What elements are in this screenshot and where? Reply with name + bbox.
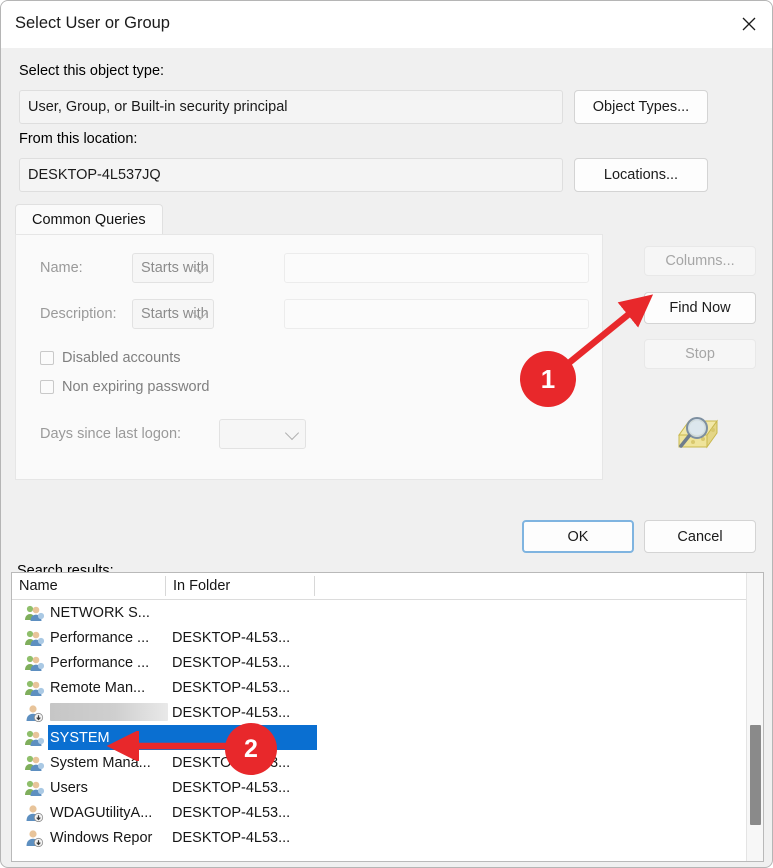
title-bar: Select User or Group	[1, 1, 772, 48]
description-value-input[interactable]	[284, 299, 589, 329]
disabled-accounts-label: Disabled accounts	[62, 350, 181, 366]
select-user-or-group-dialog: Select User or Group Select this object …	[0, 0, 773, 868]
group-icon	[24, 679, 45, 697]
column-header-in-folder[interactable]: In Folder	[166, 573, 315, 599]
user-icon	[24, 804, 44, 823]
stop-button[interactable]: Stop	[644, 339, 756, 369]
description-operator-select[interactable]: Starts with	[132, 299, 214, 329]
annotation-badge-2: 2	[225, 723, 277, 775]
row-name: Remote Man...	[50, 679, 146, 696]
days-since-logon-label: Days since last logon:	[40, 426, 182, 442]
location-label: From this location:	[19, 131, 138, 147]
object-type-label: Select this object type:	[19, 63, 165, 79]
name-label: Name:	[40, 260, 83, 276]
annotation-badge-1: 1	[520, 351, 576, 407]
scrollbar-thumb[interactable]	[750, 725, 761, 825]
row-name: WDAGUtilityA...	[50, 804, 153, 821]
group-icon	[24, 729, 45, 747]
row-name: System Mana...	[50, 754, 151, 771]
results-row[interactable]: WDAGUtilityA... DESKTOP-4L53...	[12, 800, 763, 825]
results-header: Name In Folder	[12, 573, 763, 600]
group-icon	[24, 629, 45, 647]
common-queries-panel: Name: Starts with Description: Starts wi…	[15, 234, 603, 480]
row-folder: DESKTOP-4L53...	[172, 779, 291, 796]
row-folder: DESKTOP-4L53...	[172, 654, 291, 671]
row-name: Performance ...	[50, 654, 150, 671]
chevron-down-icon	[284, 425, 300, 441]
non-expiring-password-checkbox[interactable]: Non expiring password	[40, 379, 210, 395]
results-row[interactable]: Users DESKTOP-4L53...	[12, 775, 763, 800]
group-icon	[24, 754, 45, 772]
group-icon	[24, 604, 45, 622]
row-name: SYSTEM	[50, 729, 110, 746]
disabled-accounts-checkbox[interactable]: Disabled accounts	[40, 350, 181, 366]
row-folder: DESKTOP-4L53...	[172, 679, 291, 696]
column-divider[interactable]	[314, 576, 315, 596]
results-row[interactable]: Remote Man... DESKTOP-4L53...	[12, 675, 763, 700]
group-icon	[24, 654, 45, 672]
row-name: Windows Repor	[50, 829, 153, 846]
description-label: Description:	[40, 306, 117, 322]
checkbox-box	[40, 380, 54, 394]
ok-button[interactable]: OK	[522, 520, 634, 553]
results-row[interactable]: Windows Repor DESKTOP-4L53...	[12, 825, 763, 850]
row-folder: DESKTOP-4L53...	[172, 804, 291, 821]
results-row[interactable]: System Mana...DESKTOP-4L53...	[12, 750, 763, 775]
search-results-list[interactable]: Name In Folder NETWORK S... Performance .…	[11, 572, 764, 862]
group-icon	[24, 779, 45, 797]
results-row[interactable]: NETWORK S...	[12, 600, 763, 625]
row-name: Users	[50, 779, 88, 796]
row-folder: DESKTOP-4L53...	[172, 629, 291, 646]
tab-common-queries[interactable]: Common Queries	[15, 204, 163, 235]
columns-button[interactable]: Columns...	[644, 246, 756, 276]
days-since-logon-select[interactable]	[219, 419, 306, 449]
results-row[interactable]: Performance ... DESKTOP-4L53...	[12, 625, 763, 650]
name-operator-select[interactable]: Starts with	[132, 253, 214, 283]
find-now-button[interactable]: Find Now	[644, 292, 756, 324]
location-field[interactable]: DESKTOP-4L537JQ	[19, 158, 563, 192]
row-name: Performance ...	[50, 629, 150, 646]
tab-strip: Common Queries	[15, 204, 760, 235]
object-type-field[interactable]: User, Group, or Built-in security princi…	[19, 90, 563, 124]
name-value-input[interactable]	[284, 253, 589, 283]
locations-button[interactable]: Locations...	[574, 158, 708, 192]
non-expiring-password-label: Non expiring password	[62, 379, 210, 395]
results-row-system[interactable]: SYSTEM	[12, 725, 763, 750]
results-scrollbar[interactable]	[746, 573, 763, 861]
column-header-name[interactable]: Name	[12, 573, 166, 599]
row-folder: DESKTOP-4L53...	[172, 829, 291, 846]
redacted-name	[50, 703, 168, 721]
results-rows: NETWORK S... Performance ... DESKTOP-4L53.…	[12, 600, 763, 850]
results-row[interactable]: Performance ... DESKTOP-4L53...	[12, 650, 763, 675]
user-icon	[24, 704, 44, 723]
close-icon[interactable]	[726, 1, 772, 47]
cancel-button[interactable]: Cancel	[644, 520, 756, 553]
user-icon	[24, 829, 44, 848]
object-types-button[interactable]: Object Types...	[574, 90, 708, 124]
search-folder-icon	[673, 409, 725, 455]
row-name: NETWORK S...	[50, 604, 150, 621]
results-row[interactable]: DESKTOP-4L53...	[12, 700, 763, 725]
window-title: Select User or Group	[15, 14, 170, 32]
row-folder: DESKTOP-4L53...	[172, 704, 291, 721]
checkbox-box	[40, 351, 54, 365]
